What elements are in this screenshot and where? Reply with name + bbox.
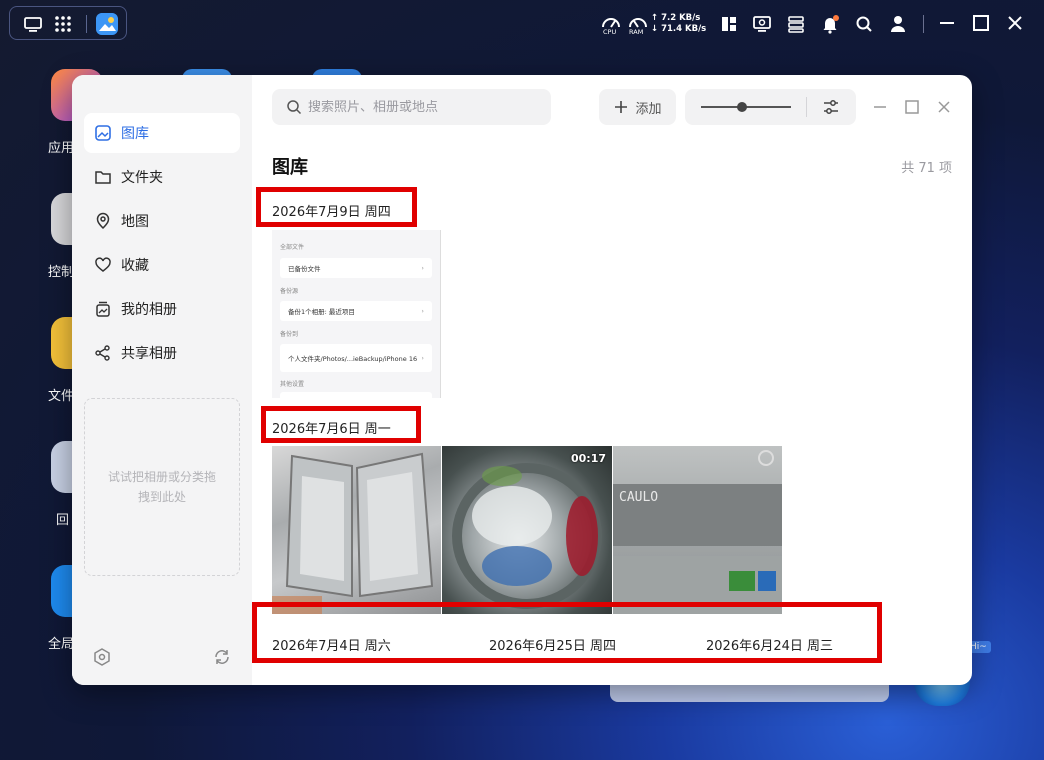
chevron-right-icon: ›: [421, 307, 424, 315]
app-grid-icon[interactable]: [52, 13, 74, 35]
shot-row-text: 已备份文件: [288, 265, 321, 273]
chevron-right-icon: ›: [421, 264, 424, 272]
settings-icon[interactable]: [91, 646, 113, 668]
search-icon[interactable]: [853, 12, 875, 36]
launcher-group: [9, 6, 127, 40]
monitor-icon[interactable]: [751, 12, 773, 36]
desktop-label: 控制: [48, 265, 75, 280]
section-date: 2026年6月25日 周四: [489, 639, 617, 654]
upload-speed: ↑ 7.2 KB/s: [651, 13, 701, 23]
album-dropzone[interactable]: 试试把相册或分类拖拽到此处: [84, 398, 240, 576]
sidebar-item-label: 地图: [121, 214, 149, 230]
video-thumbnail-washer[interactable]: 00:17: [442, 446, 612, 614]
map-pin-icon: [96, 212, 110, 230]
chevron-right-icon: ›: [421, 354, 424, 362]
shot-row-text: 个人文件夹/Photos/...ieBackup/iPhone 16: [288, 355, 418, 363]
zoom-divider: [806, 97, 807, 117]
sidebar: 图库 文件夹 地图 收藏 我的相册 共享相册 试试把相册或分类拖拽到此处: [72, 75, 252, 685]
sidebar-item-map[interactable]: 地图: [84, 201, 240, 241]
photo-thumbnail-dryer-filter[interactable]: [272, 446, 441, 614]
shot-section-label: 备份到: [280, 331, 299, 338]
network-speed[interactable]: ↑ 7.2 KB/s ↓ 71.4 KB/s: [651, 13, 706, 35]
sidebar-item-shared-albums[interactable]: 共享相册: [84, 333, 240, 373]
filter-icon[interactable]: [821, 97, 841, 117]
dryer-filter-image: [272, 452, 434, 614]
desktop-label: 应用: [48, 141, 75, 156]
tray-divider: [923, 15, 924, 33]
shot-row: 个人文件夹/Photos/...ieBackup/iPhone 16 ›: [280, 344, 432, 372]
sidebar-item-label: 我的相册: [121, 302, 177, 318]
washer-display: CAULO: [619, 490, 659, 505]
ram-label: RAM: [629, 28, 644, 36]
sidebar-item-label: 图库: [121, 126, 149, 142]
add-button[interactable]: 添加: [599, 89, 676, 125]
sidebar-item-label: 文件夹: [121, 170, 163, 186]
shot-section-label: 全部文件: [280, 244, 305, 251]
zoom-slider-handle[interactable]: [736, 102, 747, 112]
shot-section-label: 备份源: [280, 288, 299, 295]
washer-drum-image: [452, 463, 602, 609]
search-input[interactable]: [308, 99, 538, 115]
section-date: 2026年7月6日 周一: [272, 422, 391, 437]
shot-row: [280, 392, 432, 398]
photos-app-icon[interactable]: [96, 13, 118, 35]
main-content: 添加 图库 共 71 项 2026年7月9日 周四 全部文件 已备份文件 › 备份…: [252, 75, 972, 685]
search-box[interactable]: [272, 89, 551, 125]
close-icon[interactable]: [1004, 12, 1026, 34]
desktop-icon[interactable]: [22, 13, 44, 35]
section-date: 2026年7月4日 周六: [272, 639, 391, 654]
photo-thumbnail-washer-panel[interactable]: CAULO: [613, 446, 782, 614]
energy-label: [729, 571, 755, 591]
shot-row: 备份1个相册: 最近项目 ›: [280, 301, 432, 321]
photos-window: 图库 文件夹 地图 收藏 我的相册 共享相册 试试把相册或分类拖拽到此处 搜索照…: [72, 75, 972, 685]
item-count: 共 71 项: [901, 161, 952, 176]
desktop-label: 全局: [48, 637, 75, 652]
desktop-label: 回: [56, 513, 70, 528]
photo-thumbnail-screenshot[interactable]: 全部文件 已备份文件 › 备份源 备份1个相册: 最近项目 › 备份到 个人文件夹/…: [272, 230, 441, 398]
energy-label: [758, 571, 776, 591]
plus-icon: [615, 101, 628, 113]
window-minimize-icon[interactable]: [869, 96, 891, 118]
launcher-divider: [86, 15, 87, 33]
sidebar-item-gallery[interactable]: 图库: [84, 113, 240, 153]
maximize-icon[interactable]: [970, 12, 992, 34]
share-icon: [95, 345, 110, 361]
search-icon: [287, 100, 302, 115]
server-icon[interactable]: [785, 12, 807, 36]
folder-icon: [95, 171, 111, 184]
shot-section-label: 其他设置: [280, 381, 305, 388]
notification-bell-icon[interactable]: [819, 12, 841, 36]
system-topbar: CPU RAM ↑ 7.2 KB/s ↓ 71.4 KB/s: [0, 0, 1044, 48]
section-date: 2026年6月24日 周三: [706, 639, 834, 654]
section-date: 2026年7月9日 周四: [272, 205, 391, 220]
desktop-label: 文件: [48, 389, 75, 404]
minimize-icon[interactable]: [936, 12, 958, 34]
video-duration: 00:17: [570, 452, 606, 465]
dial-icon: [758, 450, 774, 466]
gallery-icon: [95, 125, 111, 141]
sidebar-item-favorites[interactable]: 收藏: [84, 245, 240, 285]
dropzone-text: 试试把相册或分类拖拽到此处: [107, 470, 216, 504]
add-button-label: 添加: [635, 101, 662, 117]
album-icon: [96, 301, 110, 317]
sidebar-item-my-albums[interactable]: 我的相册: [84, 289, 240, 329]
heart-icon: [95, 257, 111, 272]
window-maximize-icon[interactable]: [901, 96, 923, 118]
sidebar-item-label: 共享相册: [121, 346, 177, 362]
cpu-label: CPU: [603, 28, 617, 36]
window-close-icon[interactable]: [933, 96, 955, 118]
zoom-control: [685, 89, 856, 125]
sync-icon[interactable]: [211, 646, 233, 668]
shot-row: 已备份文件 ›: [280, 258, 432, 278]
page-title: 图库: [272, 157, 308, 178]
layout-icon[interactable]: [718, 12, 740, 36]
sidebar-item-label: 收藏: [121, 258, 149, 274]
sidebar-item-folders[interactable]: 文件夹: [84, 157, 240, 197]
download-speed: ↓ 71.4 KB/s: [651, 24, 707, 34]
shot-row-text: 备份1个相册: 最近项目: [288, 308, 355, 316]
user-icon[interactable]: [887, 12, 909, 36]
